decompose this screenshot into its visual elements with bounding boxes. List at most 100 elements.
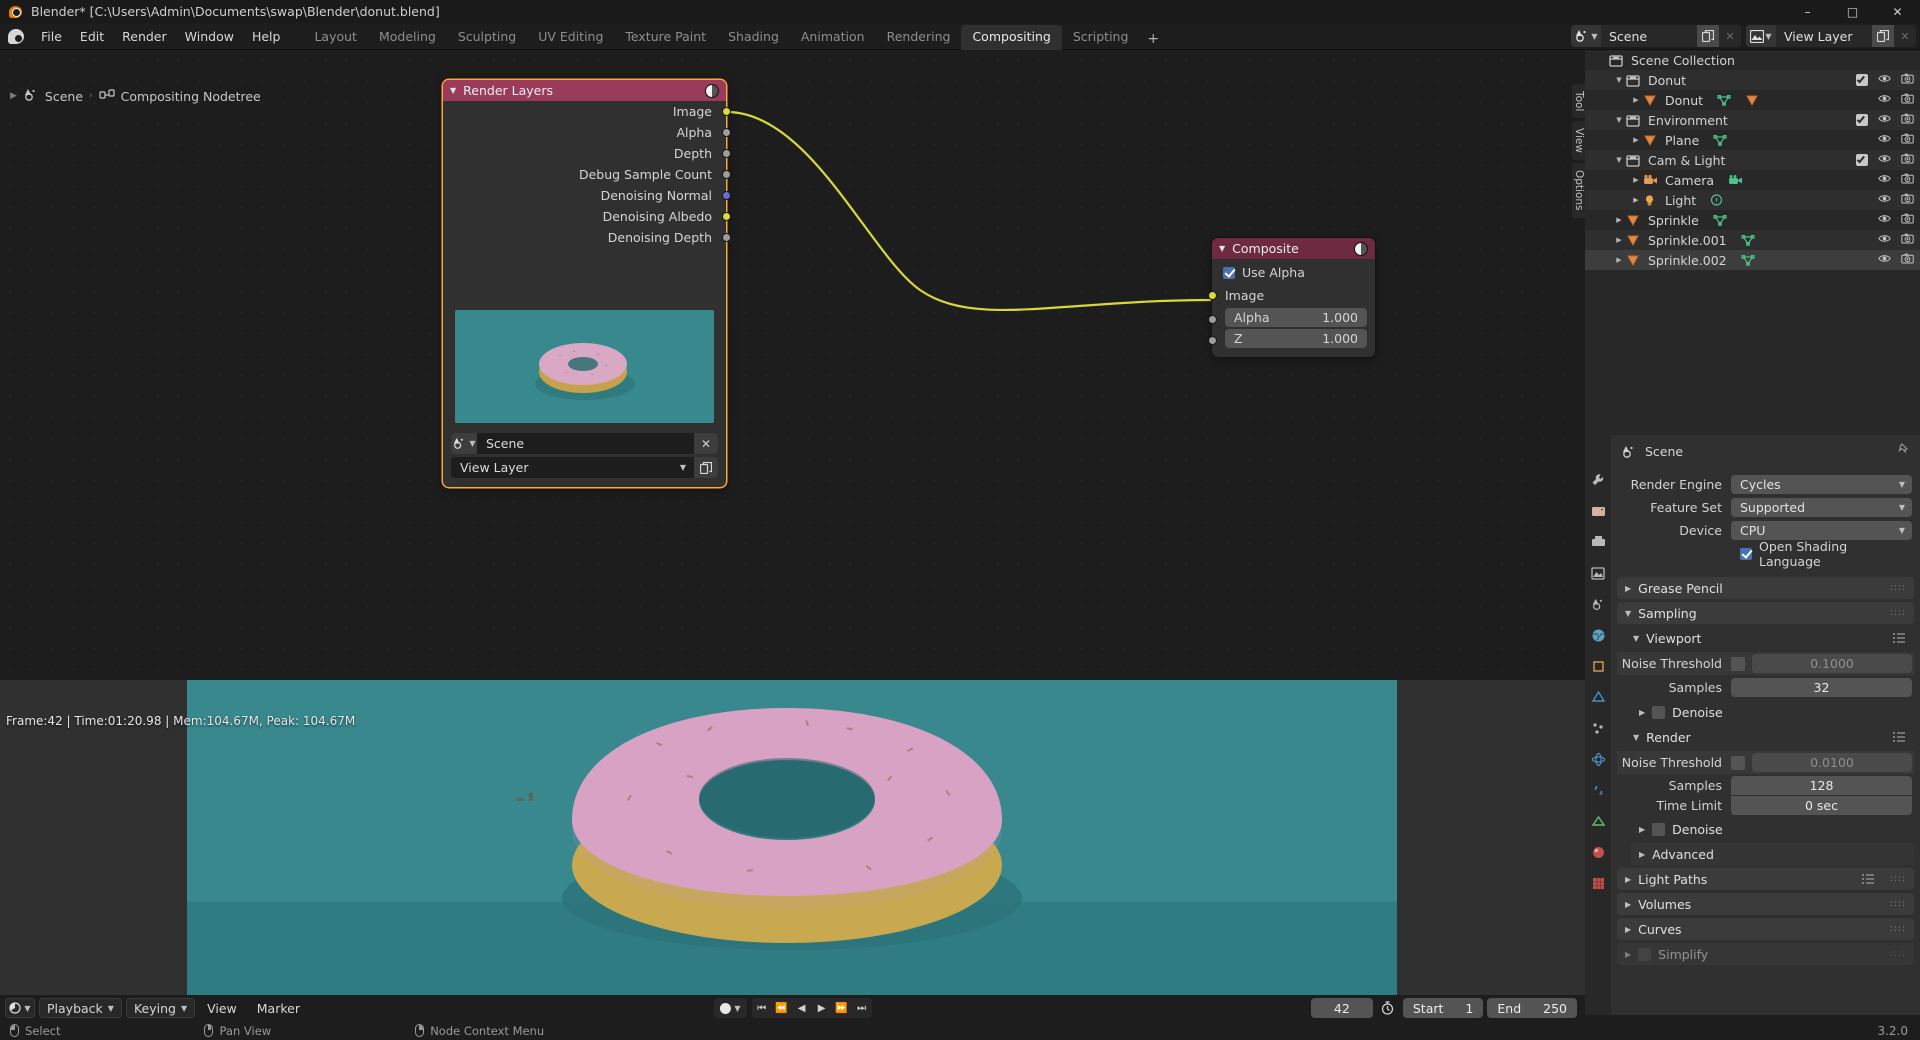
alpha-value-field[interactable]: Alpha 1.000 xyxy=(1225,308,1367,327)
input-socket-image[interactable]: Image xyxy=(1207,285,1375,306)
outliner-row-light[interactable]: ▶ Light xyxy=(1585,190,1920,210)
viewport-noise-threshold-checkbox[interactable] xyxy=(1731,656,1745,671)
socket-dot-denoising-normal[interactable] xyxy=(721,191,731,200)
panel-curves[interactable]: ▶ Curves :::: xyxy=(1617,918,1914,940)
outliner-row-sprinkle-001[interactable]: ▶ Sprinkle.001 xyxy=(1585,230,1920,250)
panel-simplify[interactable]: ▶ Simplify :::: xyxy=(1617,943,1914,965)
drag-handle-icon[interactable]: :::: xyxy=(1890,925,1906,934)
mesh-data-icon[interactable] xyxy=(1713,134,1727,147)
playback-menu[interactable]: Playback ▼ xyxy=(39,998,122,1018)
expander-icon[interactable]: ▶ xyxy=(1629,136,1643,144)
render-toggle[interactable] xyxy=(1901,252,1914,268)
hide-toggle[interactable] xyxy=(1878,132,1891,148)
socket-dot-alpha[interactable] xyxy=(1207,315,1217,324)
render-toggle[interactable] xyxy=(1901,132,1914,148)
panel-sampling[interactable]: ▼ Sampling :::: xyxy=(1617,602,1914,624)
node-composite-header[interactable]: ▼ Composite xyxy=(1212,238,1375,259)
workspace-tab-texture-paint[interactable]: Texture Paint xyxy=(614,25,717,50)
menu-render[interactable]: Render xyxy=(113,26,176,47)
expander-icon[interactable]: ▼ xyxy=(1612,116,1626,124)
viewport-samples-row[interactable]: Samples 32 xyxy=(1619,677,1912,698)
viewport-noise-threshold-value[interactable]: 0.1000 xyxy=(1752,654,1912,673)
start-frame-field[interactable]: Start 1 xyxy=(1402,998,1484,1018)
timeline-type-selector[interactable]: ▼ xyxy=(5,998,35,1018)
hide-toggle[interactable] xyxy=(1878,152,1891,168)
end-frame-field[interactable]: End 250 xyxy=(1487,998,1577,1018)
blender-menu-icon[interactable] xyxy=(6,26,26,46)
use-preview-range-icon[interactable] xyxy=(1377,998,1399,1018)
output-socket-debug-sample-count[interactable]: Debug Sample Count xyxy=(443,164,731,185)
expander-icon[interactable]: ▶ xyxy=(1612,236,1626,244)
socket-dot-image[interactable] xyxy=(1207,291,1217,300)
node-render-layers[interactable]: ▼ Render Layers Image Alpha Depth Debug … xyxy=(443,80,731,487)
modifier-icon[interactable] xyxy=(1745,94,1759,107)
render-engine-row[interactable]: Render Engine Cycles ▼ xyxy=(1619,474,1912,495)
tab-output-icon[interactable] xyxy=(1589,533,1607,551)
timeline-menu-view[interactable]: View xyxy=(199,999,245,1018)
sidebar-tab-options[interactable]: Options xyxy=(1572,163,1585,218)
tab-scene-icon[interactable] xyxy=(1589,595,1607,613)
output-socket-denoising-normal[interactable]: Denoising Normal xyxy=(443,185,731,206)
auto-keying-toggle[interactable]: ▼ xyxy=(713,998,747,1018)
panel-light-paths[interactable]: ▶ Light Paths :::: xyxy=(1617,868,1914,890)
panel-viewport-denoise[interactable]: ▶ Denoise xyxy=(1631,701,1914,723)
input-socket-z[interactable]: Z 1.000 xyxy=(1207,329,1375,348)
unlink-scene-button[interactable]: ✕ xyxy=(1719,25,1741,47)
drag-handle-icon[interactable]: :::: xyxy=(1890,875,1906,884)
expander-icon[interactable]: ▶ xyxy=(1629,196,1643,204)
output-socket-denoising-depth[interactable]: Denoising Depth xyxy=(443,227,731,248)
use-alpha-checkbox[interactable] xyxy=(1223,266,1235,279)
drag-handle-icon[interactable]: :::: xyxy=(1890,609,1906,618)
collapse-icon[interactable]: ▼ xyxy=(450,86,456,95)
expander-icon[interactable]: ▶ xyxy=(1629,96,1643,104)
tab-object-icon[interactable] xyxy=(1589,657,1607,675)
hide-toggle[interactable] xyxy=(1878,192,1891,208)
expander-icon[interactable]: ▼ xyxy=(1612,76,1626,84)
preset-list-icon[interactable] xyxy=(1892,632,1906,644)
tab-tool-icon[interactable] xyxy=(1589,471,1607,489)
tab-view-layer-icon[interactable] xyxy=(1589,564,1607,582)
panel-advanced[interactable]: ▶ Advanced xyxy=(1631,843,1914,865)
socket-dot-z[interactable] xyxy=(1207,336,1217,345)
outliner-panel[interactable]: Scene Collection ▼ Donut ▶ Donut ▼ Environment… xyxy=(1585,50,1920,435)
current-frame-field[interactable]: 42 xyxy=(1310,998,1373,1018)
mesh-data-icon[interactable] xyxy=(1713,214,1727,227)
render-noise-threshold-row[interactable]: Noise Threshold 0.0100 xyxy=(1617,751,1914,774)
render-toggle[interactable] xyxy=(1901,192,1914,208)
outliner-row-cam-light[interactable]: ▼ Cam & Light xyxy=(1585,150,1920,170)
panel-render-denoise[interactable]: ▶ Denoise xyxy=(1631,818,1914,840)
render-toggle[interactable] xyxy=(1901,112,1914,128)
view-layer-selector[interactable]: ▼ View Layer ✕ xyxy=(1746,25,1916,47)
clear-scene-button[interactable]: ✕ xyxy=(694,433,718,454)
outliner-row-sprinkle-002[interactable]: ▶ Sprinkle.002 xyxy=(1585,250,1920,270)
workspace-tab-shading[interactable]: Shading xyxy=(717,25,790,50)
render-samples-row[interactable]: Samples 128 xyxy=(1619,776,1912,795)
jump-to-next-keyframe-button[interactable]: ⏩ xyxy=(832,998,852,1018)
output-socket-image[interactable]: Image xyxy=(443,101,731,122)
expander-icon[interactable]: ▼ xyxy=(1612,156,1626,164)
jump-to-start-button[interactable]: ⏮ xyxy=(752,998,772,1018)
render-toggle[interactable] xyxy=(1901,172,1914,188)
render-toggle[interactable] xyxy=(1901,232,1914,248)
new-scene-button[interactable] xyxy=(1697,25,1719,47)
workspace-tab-rendering[interactable]: Rendering xyxy=(876,25,962,50)
outliner-row-scene-collection[interactable]: Scene Collection xyxy=(1585,50,1920,70)
viewport-noise-threshold-row[interactable]: Noise Threshold 0.1000 xyxy=(1617,652,1914,675)
collapse-icon[interactable]: ▼ xyxy=(1219,244,1225,253)
new-view-layer-button[interactable] xyxy=(694,457,718,478)
feature-set-select[interactable]: Supported ▼ xyxy=(1731,498,1912,517)
preset-list-icon[interactable] xyxy=(1892,731,1906,743)
properties-panel[interactable]: Scene Render Engine Cycles ▼ Feature Set… xyxy=(1585,435,1920,1015)
drag-handle-icon[interactable]: :::: xyxy=(1890,950,1906,959)
z-value-field[interactable]: Z 1.000 xyxy=(1225,329,1367,348)
outliner-row-donut[interactable]: ▶ Donut xyxy=(1585,90,1920,110)
outliner-row-sprinkle[interactable]: ▶ Sprinkle xyxy=(1585,210,1920,230)
render-toggle[interactable] xyxy=(1901,152,1914,168)
hide-toggle[interactable] xyxy=(1878,252,1891,268)
node-render-layers-header[interactable]: ▼ Render Layers xyxy=(443,80,726,101)
drag-handle-icon[interactable]: :::: xyxy=(1890,900,1906,909)
outliner-row-environment[interactable]: ▼ Environment xyxy=(1585,110,1920,130)
osl-checkbox[interactable] xyxy=(1740,547,1752,560)
render-noise-threshold-checkbox[interactable] xyxy=(1731,755,1745,770)
outliner-row-plane[interactable]: ▶ Plane xyxy=(1585,130,1920,150)
